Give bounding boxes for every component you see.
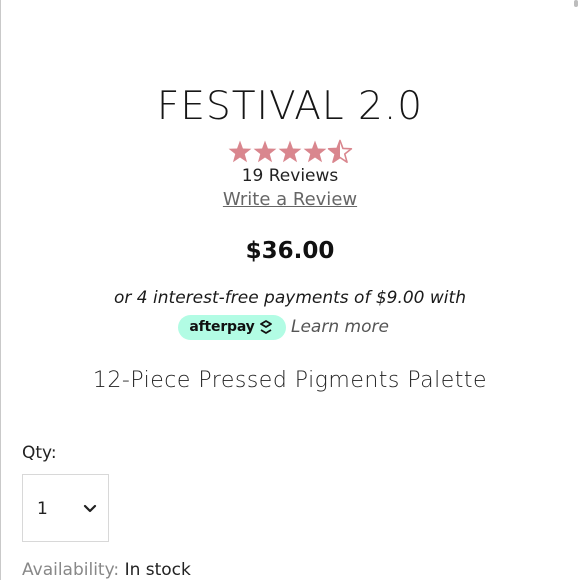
quantity-select[interactable]: 1 [22, 474, 109, 542]
availability-value: In stock [124, 560, 191, 580]
product-price: $36.00 [245, 238, 335, 264]
afterpay-logo-text: afterpay [189, 319, 255, 335]
quantity-value: 1 [37, 499, 48, 519]
afterpay-installments-text: or 4 interest-free payments of $9.00 wit… [114, 288, 466, 308]
star-full-icon [303, 140, 327, 163]
chevron-down-icon [83, 504, 97, 513]
star-full-icon [228, 140, 252, 163]
star-full-icon [253, 140, 277, 163]
product-title: FESTIVAL 2.0 [156, 84, 424, 129]
afterpay-arrows-icon [259, 320, 272, 334]
scrollbar-thumb[interactable] [574, 0, 578, 7]
star-half-icon [327, 139, 353, 164]
write-review-link[interactable]: Write a Review [223, 189, 357, 210]
afterpay-badge[interactable]: afterpay [178, 314, 286, 340]
star-full-icon [278, 140, 302, 163]
star-rating-icons [228, 139, 353, 164]
star-rating[interactable] [227, 139, 353, 165]
product-subtitle: 12-Piece Pressed Pigments Palette [92, 368, 488, 393]
reviews-count[interactable]: 19 Reviews [0, 166, 580, 186]
afterpay-learn-more-link[interactable]: Learn more [291, 317, 389, 337]
afterpay-row: afterpay Learn more [178, 314, 389, 340]
availability: Availability: In stock [22, 560, 191, 580]
quantity-label: Qty: [22, 443, 57, 463]
availability-label: Availability: [22, 560, 120, 580]
